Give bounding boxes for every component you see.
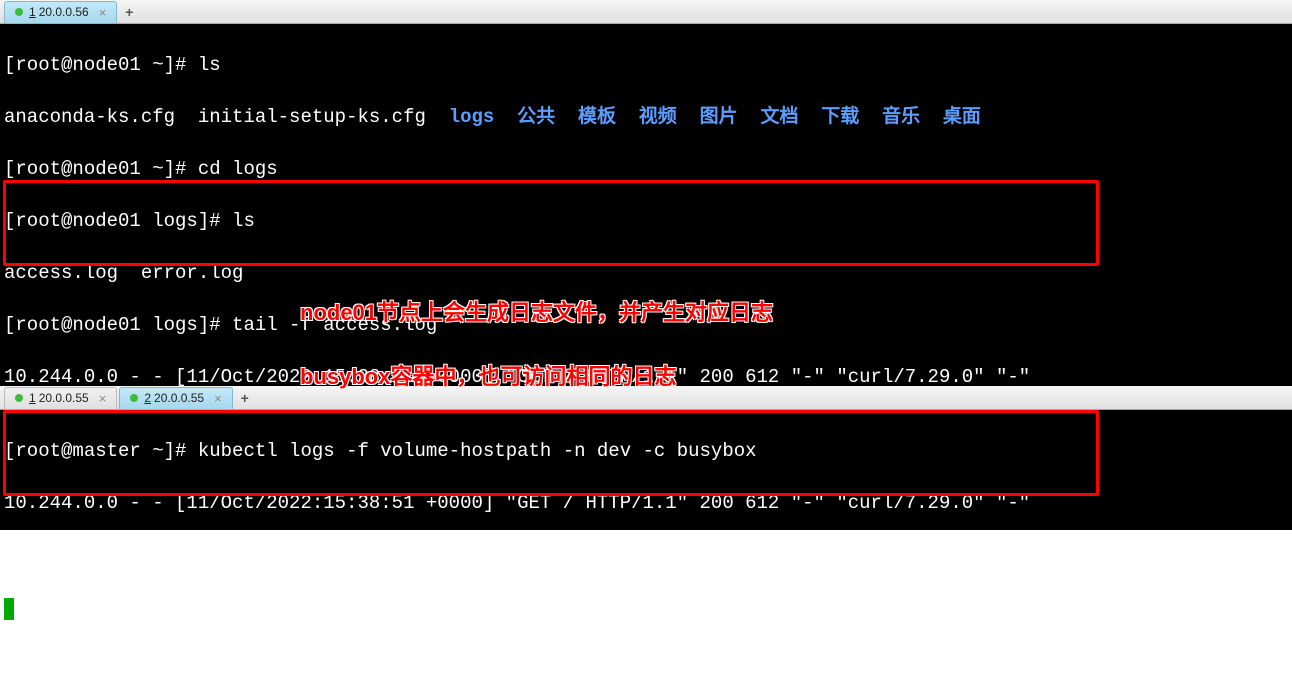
tab-label: 120.0.0.56 [29, 5, 89, 19]
terminal-node01[interactable]: [root@node01 ~]# ls anaconda-ks.cfg init… [0, 24, 1292, 386]
prompt: [root@node01 ~]# [4, 54, 198, 76]
status-dot-icon [15, 8, 23, 16]
terminal-master[interactable]: [root@master ~]# kubectl logs -f volume-… [0, 410, 1292, 530]
tab-bar-top: 120.0.0.56 × + [0, 0, 1292, 24]
ls-output: access.log error.log [4, 260, 1288, 286]
command: cd logs [198, 158, 278, 180]
command: kubectl logs -f volume-hostpath -n dev -… [198, 440, 757, 462]
prompt: [root@node01 logs]# [4, 210, 232, 232]
command: ls [198, 54, 221, 76]
prompt: [root@master ~]# [4, 440, 198, 462]
annotation-2: busybox容器中，也可访问相同的日志 [300, 364, 676, 390]
command: ls [232, 210, 255, 232]
prompt: [root@node01 ~]# [4, 158, 198, 180]
tab-top-1[interactable]: 120.0.0.56 × [4, 1, 117, 23]
log-line: 10.244.0.0 - - [11/Oct/2022:15:39:29 +00… [4, 542, 1288, 568]
close-icon[interactable]: × [99, 5, 107, 20]
prompt: [root@node01 logs]# [4, 314, 232, 336]
cursor-icon [4, 598, 14, 620]
annotation-1: node01节点上会生成日志文件，并产生对应日志 [300, 300, 773, 326]
ls-output: anaconda-ks.cfg initial-setup-ks.cfg log… [4, 104, 1288, 130]
log-line: 10.244.0.0 - - [11/Oct/2022:15:38:51 +00… [4, 490, 1288, 516]
add-tab-button[interactable]: + [119, 2, 139, 22]
